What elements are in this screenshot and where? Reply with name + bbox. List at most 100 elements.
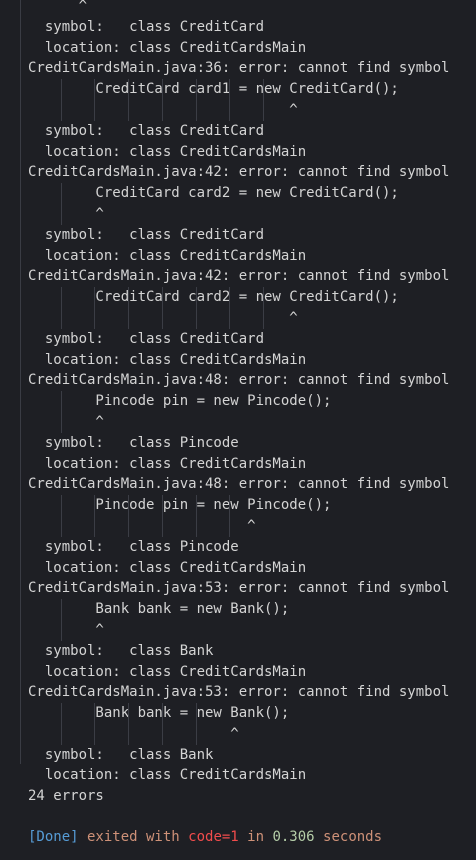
indent-guide bbox=[229, 307, 231, 329]
indent-guide bbox=[195, 495, 197, 516]
output-line-text: symbol: class CreditCard bbox=[28, 330, 265, 347]
output-line-text: CreditCard card2 = new CreditCard(); bbox=[28, 289, 399, 306]
indent-guide bbox=[94, 495, 96, 516]
indent-guide bbox=[263, 287, 265, 308]
output-line-text: ^ bbox=[28, 621, 104, 638]
indent-guide bbox=[195, 703, 197, 724]
indent-guide bbox=[94, 79, 96, 100]
indent-guide bbox=[128, 703, 130, 724]
output-line-text: symbol: class Bank bbox=[28, 642, 214, 659]
indent-guide bbox=[60, 495, 62, 516]
indent-guide bbox=[161, 723, 163, 745]
output-line-text: ^ bbox=[28, 0, 88, 14]
output-line-text: CreditCardsMain.java:48: error: cannot f… bbox=[28, 372, 450, 389]
output-line: symbol: class Pincode bbox=[28, 537, 476, 558]
indent-guide bbox=[94, 307, 96, 329]
indent-guide bbox=[60, 391, 62, 412]
output-line-text: ^ bbox=[28, 205, 104, 222]
output-line: CreditCardsMain.java:48: error: cannot f… bbox=[28, 474, 476, 495]
output-line: ^ bbox=[28, 515, 476, 537]
output-line: location: class CreditCardsMain bbox=[28, 350, 476, 371]
output-line-text: symbol: class Pincode bbox=[28, 434, 239, 451]
output-line: symbol: class CreditCard bbox=[28, 17, 476, 38]
output-line-text: CreditCard card2 = new CreditCard(); bbox=[28, 185, 399, 202]
output-line: location: class CreditCardsMain bbox=[28, 142, 476, 163]
output-line: CreditCardsMain.java:42: error: cannot f… bbox=[28, 266, 476, 287]
indent-guide bbox=[161, 287, 163, 308]
output-line: symbol: class CreditCard bbox=[28, 225, 476, 246]
output-line-text: CreditCardsMain.java:53: error: cannot f… bbox=[28, 580, 450, 597]
done-tag: [Done] bbox=[28, 829, 79, 845]
output-line: CreditCardsMain.java:53: error: cannot f… bbox=[28, 682, 476, 703]
output-line: ^ bbox=[28, 619, 476, 641]
indent-guide bbox=[161, 495, 163, 516]
output-line: location: class CreditCardsMain bbox=[28, 454, 476, 475]
indent-guide bbox=[60, 307, 62, 329]
indent-guide bbox=[94, 287, 96, 308]
output-line-text: ^ bbox=[28, 517, 256, 534]
indent-guide bbox=[195, 723, 197, 745]
indent-guide bbox=[60, 99, 62, 121]
indent-guide bbox=[60, 183, 62, 204]
output-line: ^ bbox=[28, 307, 476, 329]
indent-guide bbox=[161, 79, 163, 100]
indent-guide bbox=[128, 79, 130, 100]
indent-guide bbox=[94, 723, 96, 745]
output-line-text: CreditCardsMain.java:48: error: cannot f… bbox=[28, 476, 450, 493]
output-line-text: Pincode pin = new Pincode(); bbox=[28, 497, 332, 514]
output-line-text: location: class CreditCardsMain bbox=[28, 351, 307, 368]
indent-guide bbox=[60, 203, 62, 225]
output-line-text: Pincode pin = new Pincode(); bbox=[28, 393, 332, 410]
indent-guide bbox=[60, 703, 62, 724]
exit-code: code=1 bbox=[188, 829, 239, 845]
output-line: CreditCard card2 = new CreditCard(); bbox=[28, 183, 476, 204]
output-line-text: Bank bank = new Bank(); bbox=[28, 601, 290, 618]
indent-guide bbox=[263, 307, 265, 329]
indent-guide bbox=[229, 287, 231, 308]
indent-guide bbox=[195, 515, 197, 537]
output-line: ^ bbox=[28, 0, 476, 17]
output-line: location: class CreditCardsMain bbox=[28, 662, 476, 683]
output-line-text: 24 errors bbox=[28, 788, 104, 805]
indent-guide bbox=[94, 515, 96, 537]
output-line: symbol: class CreditCard bbox=[28, 329, 476, 350]
indent-guide bbox=[229, 495, 231, 516]
output-line-text: location: class CreditCardsMain bbox=[28, 39, 307, 56]
indent-guide bbox=[60, 515, 62, 537]
indent-guide bbox=[128, 99, 130, 121]
seconds-text: seconds bbox=[314, 829, 383, 845]
output-line: symbol: class Bank bbox=[28, 745, 476, 766]
output-line-text: CreditCard card1 = new CreditCard(); bbox=[28, 81, 399, 98]
output-line: location: class CreditCardsMain bbox=[28, 765, 476, 786]
indent-guide bbox=[195, 287, 197, 308]
output-line: ^ bbox=[28, 99, 476, 121]
output-line: ^ bbox=[28, 723, 476, 745]
indent-guide bbox=[60, 599, 62, 620]
output-line-text: CreditCardsMain.java:36: error: cannot f… bbox=[28, 60, 450, 77]
in-text: in bbox=[238, 829, 273, 845]
output-line: CreditCard card1 = new CreditCard(); bbox=[28, 79, 476, 100]
output-line: location: class CreditCardsMain bbox=[28, 38, 476, 59]
output-line-text: symbol: class CreditCard bbox=[28, 122, 265, 139]
terminal-output-panel[interactable]: ^ symbol: class CreditCard location: cla… bbox=[0, 0, 476, 860]
indent-gutter bbox=[20, 0, 21, 764]
output-line: Bank bank = new Bank(); bbox=[28, 599, 476, 620]
indent-guide bbox=[229, 515, 231, 537]
indent-guide bbox=[263, 79, 265, 100]
indent-guide bbox=[60, 287, 62, 308]
indent-guide bbox=[263, 99, 265, 121]
output-lines: ^ symbol: class CreditCard location: cla… bbox=[28, 0, 476, 828]
output-line: CreditCardsMain.java:42: error: cannot f… bbox=[28, 162, 476, 183]
indent-guide bbox=[229, 99, 231, 121]
output-line-text: CreditCardsMain.java:42: error: cannot f… bbox=[28, 164, 450, 181]
output-line: CreditCard card2 = new CreditCard(); bbox=[28, 287, 476, 308]
output-line: location: class CreditCardsMain bbox=[28, 558, 476, 579]
output-line: CreditCardsMain.java:53: error: cannot f… bbox=[28, 578, 476, 599]
output-line-text: location: class CreditCardsMain bbox=[28, 143, 307, 160]
indent-guide bbox=[195, 79, 197, 100]
output-line-text: symbol: class CreditCard bbox=[28, 18, 265, 35]
output-line-text: location: class CreditCardsMain bbox=[28, 247, 307, 264]
output-line: symbol: class Pincode bbox=[28, 433, 476, 454]
elapsed-time: 0.306 bbox=[272, 829, 315, 845]
indent-guide bbox=[60, 619, 62, 641]
